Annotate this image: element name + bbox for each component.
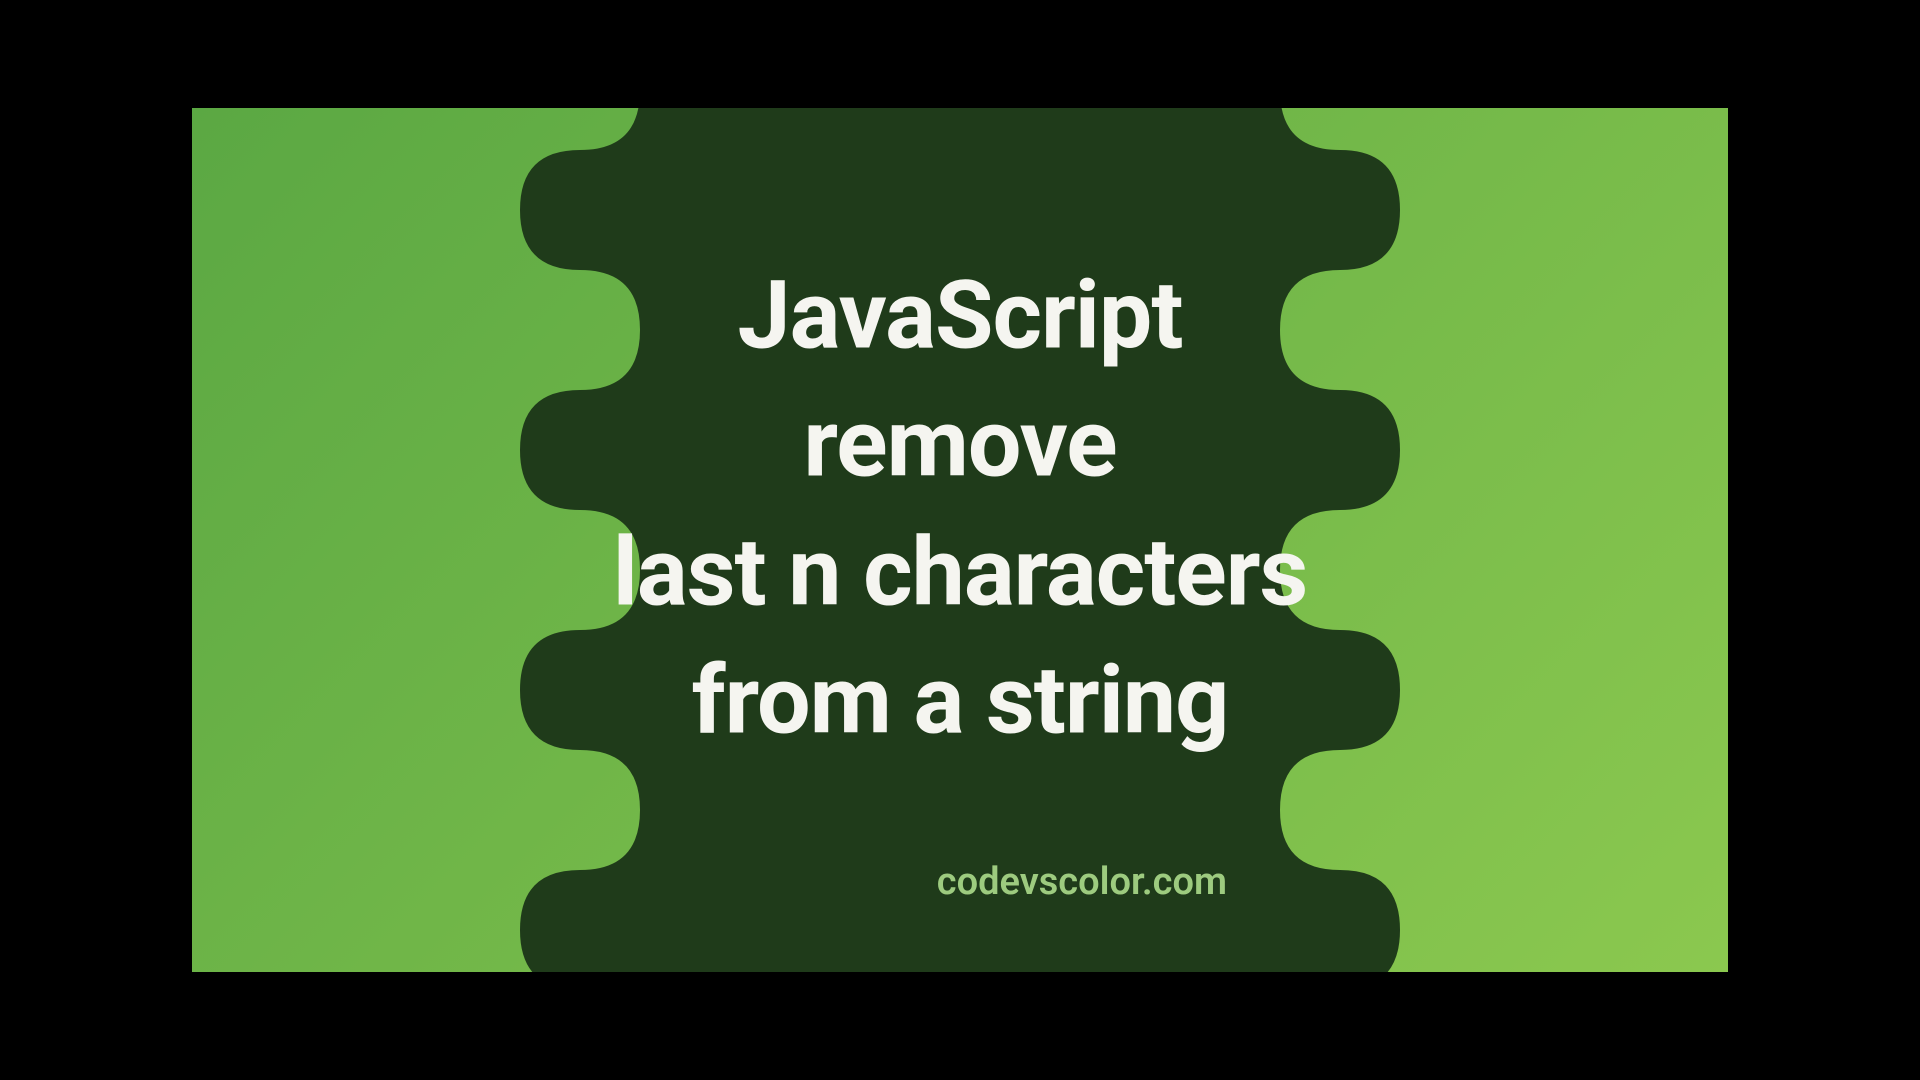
banner-canvas: JavaScript remove last n characters from…	[192, 108, 1728, 972]
title-line-1: JavaScript	[510, 253, 1410, 381]
title-line-4: from a string	[510, 637, 1410, 765]
title-line-2: remove	[510, 381, 1410, 509]
title-line-3: last n characters	[510, 509, 1410, 637]
site-attribution: codevscolor.com	[937, 860, 1227, 904]
title-block: JavaScript remove last n characters from…	[510, 253, 1410, 766]
